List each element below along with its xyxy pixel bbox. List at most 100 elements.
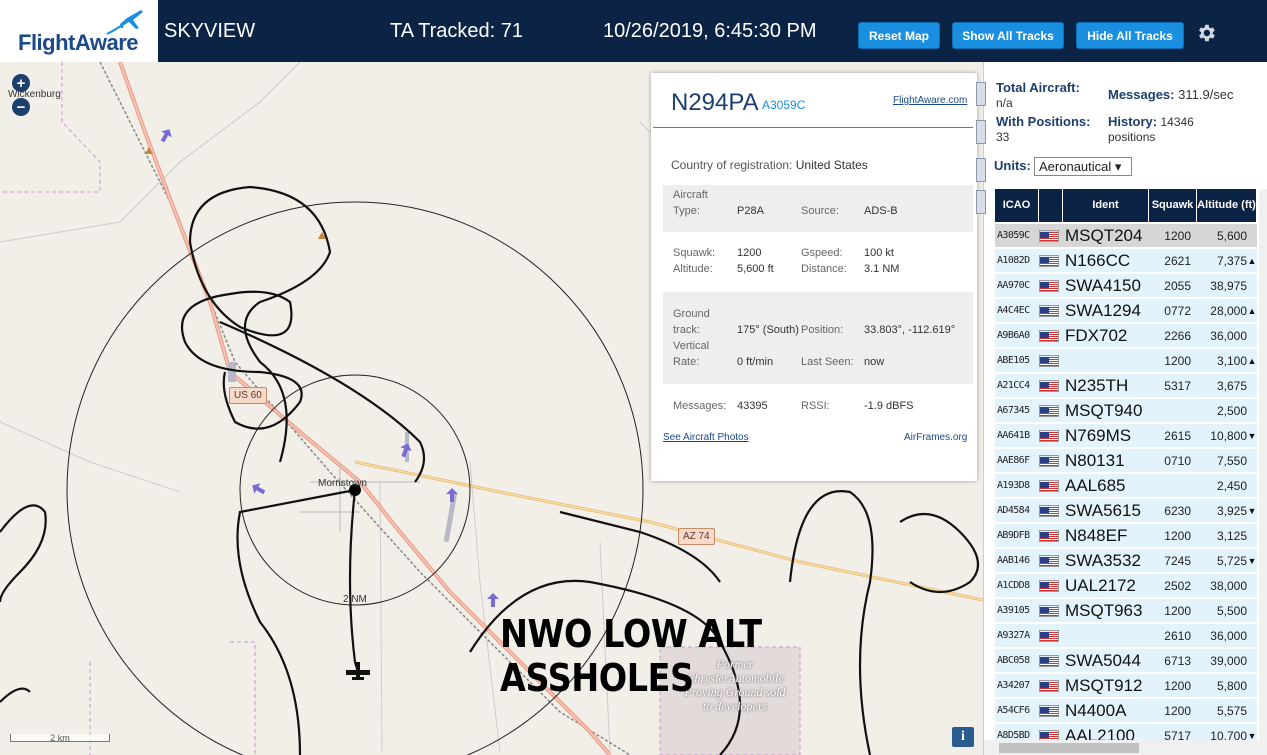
panel-toggle-tab[interactable] (976, 120, 986, 144)
col-flag[interactable] (1039, 189, 1063, 222)
reset-map-button[interactable]: Reset Map (858, 22, 940, 49)
horizontal-scroll-thumb[interactable] (999, 743, 1139, 753)
row-altitude: 28,000 (1210, 303, 1247, 318)
us-flag-icon (1039, 504, 1063, 517)
gspeed-value: 100 kt (864, 247, 894, 259)
us-flag-icon (1039, 229, 1059, 242)
table-row[interactable]: A21CC4 N235TH 5317 3,675 (995, 374, 1257, 398)
source-value: ADS-B (864, 205, 898, 217)
row-ident: MSQT912 (1065, 675, 1143, 695)
us-flag-icon (1039, 529, 1063, 542)
source-label: Source: (801, 205, 839, 217)
map-info-button[interactable]: i (952, 727, 974, 747)
row-squawk: 2055 (1164, 278, 1191, 293)
us-flag-icon (1039, 629, 1059, 642)
us-flag-icon (1039, 429, 1063, 442)
units-select[interactable]: Aeronautical ▾ (1034, 157, 1132, 176)
aircraft-type-value: P28A (737, 205, 764, 217)
aircraft-selected-icon (346, 662, 370, 680)
popup-country: Country of registration: United States (671, 158, 868, 172)
panel-horizontal-scrollbar[interactable] (984, 740, 1267, 755)
table-row[interactable]: AA641B N769MS 2615 10,800 ▼ (995, 424, 1257, 448)
total-aircraft-label: Total Aircraft: (996, 80, 1080, 95)
table-row[interactable]: A67345 MSQT940 2,500 (995, 399, 1257, 423)
table-row[interactable]: AAB146 SWA3532 7245 5,725 ▼ (995, 549, 1257, 573)
row-altitude: 3,125 (1216, 528, 1247, 543)
us-flag-icon (1039, 254, 1059, 267)
row-squawk: 1200 (1164, 228, 1191, 243)
us-flag-icon (1039, 604, 1059, 617)
us-flag-icon (1039, 379, 1059, 392)
show-all-tracks-button[interactable]: Show All Tracks (952, 22, 1064, 49)
hide-all-tracks-button[interactable]: Hide All Tracks (1076, 22, 1184, 49)
tracked-count: TA Tracked: 71 (390, 20, 524, 42)
history-stat-label: History: (1108, 114, 1158, 129)
panel-toggle-tab[interactable] (976, 82, 986, 106)
table-row[interactable]: A54CF6 N4400A 1200 5,575 (995, 699, 1257, 723)
table-row[interactable]: A1CDD8 UAL2172 2502 38,000 (995, 574, 1257, 598)
table-row[interactable]: AB9DFB N848EF 1200 3,125 (995, 524, 1257, 548)
panel-toggle-tab[interactable] (976, 158, 986, 182)
total-aircraft-value: n/a (996, 96, 1013, 110)
table-row[interactable]: A3059C MSQT204 1200 5,600 (995, 224, 1257, 248)
row-ident: MSQT963 (1065, 600, 1143, 620)
row-altitude: 38,975 (1210, 278, 1247, 293)
table-row[interactable]: A193D8 AAL685 2,450 (995, 474, 1257, 498)
gear-icon[interactable] (1195, 22, 1217, 44)
table-row[interactable]: ABE105 1200 3,100 ▲ (995, 349, 1257, 373)
squawk-label: Squawk: (673, 247, 716, 259)
row-ident: SWA5615 (1065, 500, 1141, 520)
col-squawk[interactable]: Squawk (1149, 189, 1197, 222)
table-row[interactable]: A1082D N166CC 2621 7,375 ▲ (995, 249, 1257, 273)
row-squawk: 2266 (1164, 328, 1191, 343)
table-row[interactable]: AAE86F N80131 0710 7,550 (995, 449, 1257, 473)
table-row[interactable]: A39105 MSQT963 1200 5,500 (995, 599, 1257, 623)
us-flag-icon (1039, 504, 1059, 517)
airframes-link[interactable]: AirFrames.org (904, 432, 967, 443)
row-squawk: 1200 (1164, 528, 1191, 543)
popup-hex[interactable]: A3059C (762, 98, 805, 112)
us-flag-icon (1039, 679, 1059, 692)
messages-stat: Messages: 311.9/sec (1108, 87, 1234, 102)
rssi-label: RSSI: (801, 400, 830, 412)
us-flag-icon (1039, 379, 1063, 392)
row-squawk: 2502 (1164, 578, 1191, 593)
row-ident: SWA5044 (1065, 650, 1141, 670)
row-altitude-trend-icon: ▼ (1247, 730, 1257, 741)
popup-flightaware-link[interactable]: FlightAware.com (893, 95, 967, 106)
col-altitude[interactable]: Altitude (ft) (1197, 189, 1257, 222)
row-altitude: 36,000 (1210, 628, 1247, 643)
table-row[interactable]: AD4584 SWA5615 6230 3,925 ▼ (995, 499, 1257, 523)
row-altitude: 7,550 (1216, 453, 1247, 468)
row-altitude: 5,575 (1216, 703, 1247, 718)
aircraft-info-popup: N294PA A3059C FlightAware.com Country of… (651, 73, 977, 481)
row-squawk: 1200 (1164, 678, 1191, 693)
vertical-rate-value: 0 ft/min (737, 356, 774, 368)
row-altitude: 39,000 (1210, 653, 1247, 668)
table-row[interactable]: A4C4EC SWA1294 0772 28,000 ▲ (995, 299, 1257, 323)
see-aircraft-photos-link[interactable]: See Aircraft Photos (663, 432, 749, 443)
table-row[interactable]: AA970C SWA4150 2055 38,975 (995, 274, 1257, 298)
flightaware-logo[interactable]: FlightAware (0, 0, 160, 62)
row-altitude-trend-icon: ▲ (1247, 255, 1257, 266)
table-row[interactable]: ABC058 SWA5044 6713 39,000 (995, 649, 1257, 673)
table-row[interactable]: A9327A 2610 36,000 (995, 624, 1257, 648)
us-flag-icon (1039, 404, 1059, 417)
us-flag-icon (1039, 554, 1059, 567)
row-altitude: 3,925 (1216, 503, 1247, 518)
table-row[interactable]: A34207 MSQT912 1200 5,800 (995, 674, 1257, 698)
messages-label: Messages: (673, 400, 727, 412)
col-icao[interactable]: ICAO (995, 189, 1039, 222)
messages-stat-label: Messages: (1108, 87, 1175, 102)
row-ident: N769MS (1065, 425, 1132, 445)
panel-toggle-tab[interactable] (976, 190, 986, 214)
road-us60-shield: US 60 (229, 387, 267, 404)
us-flag-icon (1039, 654, 1063, 667)
table-vertical-scrollbar[interactable] (1259, 189, 1267, 740)
table-row[interactable]: A9B6A0 FDX702 2266 36,000 (995, 324, 1257, 348)
row-squawk: 0772 (1164, 303, 1191, 318)
zoom-out-button[interactable]: − (12, 98, 30, 116)
row-squawk: 2615 (1164, 428, 1191, 443)
popup-ident: N294PA (671, 89, 759, 116)
col-ident[interactable]: Ident (1063, 189, 1149, 222)
